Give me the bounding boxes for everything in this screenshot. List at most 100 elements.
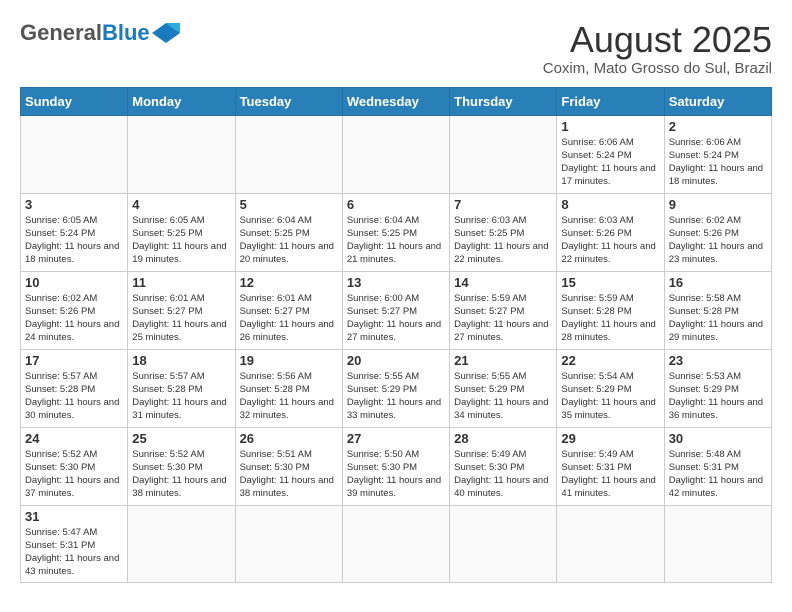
day-info: Sunrise: 6:05 AM Sunset: 5:24 PM Dayligh…: [25, 214, 123, 267]
calendar-cell: 14 Sunrise: 5:59 AM Sunset: 5:27 PM Dayli…: [450, 271, 557, 349]
day-number: 6: [347, 197, 445, 212]
day-info: Sunrise: 5:58 AM Sunset: 5:28 PM Dayligh…: [669, 292, 767, 345]
day-info: Sunrise: 5:57 AM Sunset: 5:28 PM Dayligh…: [132, 370, 230, 423]
day-info: Sunrise: 5:57 AM Sunset: 5:28 PM Dayligh…: [25, 370, 123, 423]
day-number: 11: [132, 275, 230, 290]
week-row-4: 24 Sunrise: 5:52 AM Sunset: 5:30 PM Dayli…: [21, 427, 772, 505]
day-info: Sunrise: 5:54 AM Sunset: 5:29 PM Dayligh…: [561, 370, 659, 423]
day-number: 16: [669, 275, 767, 290]
day-info: Sunrise: 5:47 AM Sunset: 5:31 PM Dayligh…: [25, 526, 123, 579]
calendar-cell: 13Sunrise: 6:00 AM Sunset: 5:27 PM Dayli…: [342, 271, 449, 349]
header-sunday: Sunday: [21, 87, 128, 115]
day-info: Sunrise: 5:59 AM Sunset: 5:27 PM Dayligh…: [454, 292, 552, 345]
day-number: 26: [240, 431, 338, 446]
calendar-cell: 2Sunrise: 6:06 AM Sunset: 5:24 PM Daylig…: [664, 115, 771, 193]
day-number: 29: [561, 431, 659, 446]
day-info: Sunrise: 5:55 AM Sunset: 5:29 PM Dayligh…: [347, 370, 445, 423]
day-info: Sunrise: 5:59 AM Sunset: 5:28 PM Dayligh…: [561, 292, 659, 345]
day-number: 21: [454, 353, 552, 368]
day-info: Sunrise: 6:06 AM Sunset: 5:24 PM Dayligh…: [669, 136, 767, 189]
logo-blue-text: Blue: [102, 20, 150, 46]
calendar-cell: 1 Sunrise: 6:06 AM Sunset: 5:24 PM Daylig…: [557, 115, 664, 193]
day-info: Sunrise: 6:02 AM Sunset: 5:26 PM Dayligh…: [25, 292, 123, 345]
day-info: Sunrise: 6:02 AM Sunset: 5:26 PM Dayligh…: [669, 214, 767, 267]
day-number: 25: [132, 431, 230, 446]
calendar-cell: 3Sunrise: 6:05 AM Sunset: 5:24 PM Daylig…: [21, 193, 128, 271]
calendar-cell: 28 Sunrise: 5:49 AM Sunset: 5:30 PM Dayli…: [450, 427, 557, 505]
logo: General Blue: [20, 20, 180, 46]
calendar-cell: 19 Sunrise: 5:56 AM Sunset: 5:28 PM Dayli…: [235, 349, 342, 427]
calendar-cell: 18 Sunrise: 5:57 AM Sunset: 5:28 PM Dayli…: [128, 349, 235, 427]
day-info: Sunrise: 6:04 AM Sunset: 5:25 PM Dayligh…: [240, 214, 338, 267]
header-saturday: Saturday: [664, 87, 771, 115]
day-info: Sunrise: 6:01 AM Sunset: 5:27 PM Dayligh…: [240, 292, 338, 345]
calendar-cell: 17Sunrise: 5:57 AM Sunset: 5:28 PM Dayli…: [21, 349, 128, 427]
calendar-cell: 24Sunrise: 5:52 AM Sunset: 5:30 PM Dayli…: [21, 427, 128, 505]
calendar-cell: 26Sunrise: 5:51 AM Sunset: 5:30 PM Dayli…: [235, 427, 342, 505]
header-friday: Friday: [557, 87, 664, 115]
calendar-cell: [235, 115, 342, 193]
header-wednesday: Wednesday: [342, 87, 449, 115]
calendar-cell: 16 Sunrise: 5:58 AM Sunset: 5:28 PM Dayli…: [664, 271, 771, 349]
day-number: 10: [25, 275, 123, 290]
header: General Blue August 2025 Coxim, Mato Gro…: [20, 20, 772, 77]
calendar-cell: 25 Sunrise: 5:52 AM Sunset: 5:30 PM Dayli…: [128, 427, 235, 505]
day-number: 24: [25, 431, 123, 446]
day-number: 31: [25, 509, 123, 524]
day-info: Sunrise: 6:03 AM Sunset: 5:26 PM Dayligh…: [561, 214, 659, 267]
day-number: 1: [561, 119, 659, 134]
calendar-cell: [128, 505, 235, 582]
day-info: Sunrise: 6:04 AM Sunset: 5:25 PM Dayligh…: [347, 214, 445, 267]
calendar-cell: [342, 505, 449, 582]
day-info: Sunrise: 5:52 AM Sunset: 5:30 PM Dayligh…: [132, 448, 230, 501]
calendar-cell: [235, 505, 342, 582]
calendar-cell: [342, 115, 449, 193]
week-row-1: 3Sunrise: 6:05 AM Sunset: 5:24 PM Daylig…: [21, 193, 772, 271]
calendar-cell: [664, 505, 771, 582]
day-number: 23: [669, 353, 767, 368]
day-info: Sunrise: 5:55 AM Sunset: 5:29 PM Dayligh…: [454, 370, 552, 423]
day-number: 5: [240, 197, 338, 212]
calendar-cell: 6 Sunrise: 6:04 AM Sunset: 5:25 PM Daylig…: [342, 193, 449, 271]
calendar-cell: [450, 115, 557, 193]
day-number: 9: [669, 197, 767, 212]
calendar-cell: [557, 505, 664, 582]
calendar-cell: 11 Sunrise: 6:01 AM Sunset: 5:27 PM Dayli…: [128, 271, 235, 349]
calendar-cell: 22 Sunrise: 5:54 AM Sunset: 5:29 PM Dayli…: [557, 349, 664, 427]
day-number: 22: [561, 353, 659, 368]
day-number: 28: [454, 431, 552, 446]
title-area: August 2025 Coxim, Mato Grosso do Sul, B…: [543, 20, 772, 77]
calendar-header-row: SundayMondayTuesdayWednesdayThursdayFrid…: [21, 87, 772, 115]
calendar-cell: 30 Sunrise: 5:48 AM Sunset: 5:31 PM Dayli…: [664, 427, 771, 505]
day-info: Sunrise: 5:49 AM Sunset: 5:30 PM Dayligh…: [454, 448, 552, 501]
month-title: August 2025: [543, 20, 772, 60]
calendar-cell: [128, 115, 235, 193]
day-info: Sunrise: 5:50 AM Sunset: 5:30 PM Dayligh…: [347, 448, 445, 501]
day-info: Sunrise: 5:56 AM Sunset: 5:28 PM Dayligh…: [240, 370, 338, 423]
day-number: 30: [669, 431, 767, 446]
day-number: 7: [454, 197, 552, 212]
day-info: Sunrise: 5:48 AM Sunset: 5:31 PM Dayligh…: [669, 448, 767, 501]
week-row-3: 17Sunrise: 5:57 AM Sunset: 5:28 PM Dayli…: [21, 349, 772, 427]
day-number: 20: [347, 353, 445, 368]
day-number: 19: [240, 353, 338, 368]
day-info: Sunrise: 6:00 AM Sunset: 5:27 PM Dayligh…: [347, 292, 445, 345]
calendar-cell: [450, 505, 557, 582]
calendar-cell: [21, 115, 128, 193]
calendar-cell: 7Sunrise: 6:03 AM Sunset: 5:25 PM Daylig…: [450, 193, 557, 271]
calendar-cell: 5 Sunrise: 6:04 AM Sunset: 5:25 PM Daylig…: [235, 193, 342, 271]
calendar-cell: 31 Sunrise: 5:47 AM Sunset: 5:31 PM Dayli…: [21, 505, 128, 582]
week-row-0: 1 Sunrise: 6:06 AM Sunset: 5:24 PM Daylig…: [21, 115, 772, 193]
calendar-cell: 27Sunrise: 5:50 AM Sunset: 5:30 PM Dayli…: [342, 427, 449, 505]
day-number: 18: [132, 353, 230, 368]
day-number: 15: [561, 275, 659, 290]
day-number: 14: [454, 275, 552, 290]
calendar-cell: 12Sunrise: 6:01 AM Sunset: 5:27 PM Dayli…: [235, 271, 342, 349]
day-number: 4: [132, 197, 230, 212]
calendar-cell: 9 Sunrise: 6:02 AM Sunset: 5:26 PM Daylig…: [664, 193, 771, 271]
day-info: Sunrise: 6:06 AM Sunset: 5:24 PM Dayligh…: [561, 136, 659, 189]
day-info: Sunrise: 6:05 AM Sunset: 5:25 PM Dayligh…: [132, 214, 230, 267]
logo-general-text: General: [20, 20, 102, 46]
day-info: Sunrise: 6:01 AM Sunset: 5:27 PM Dayligh…: [132, 292, 230, 345]
calendar-cell: 15 Sunrise: 5:59 AM Sunset: 5:28 PM Dayli…: [557, 271, 664, 349]
